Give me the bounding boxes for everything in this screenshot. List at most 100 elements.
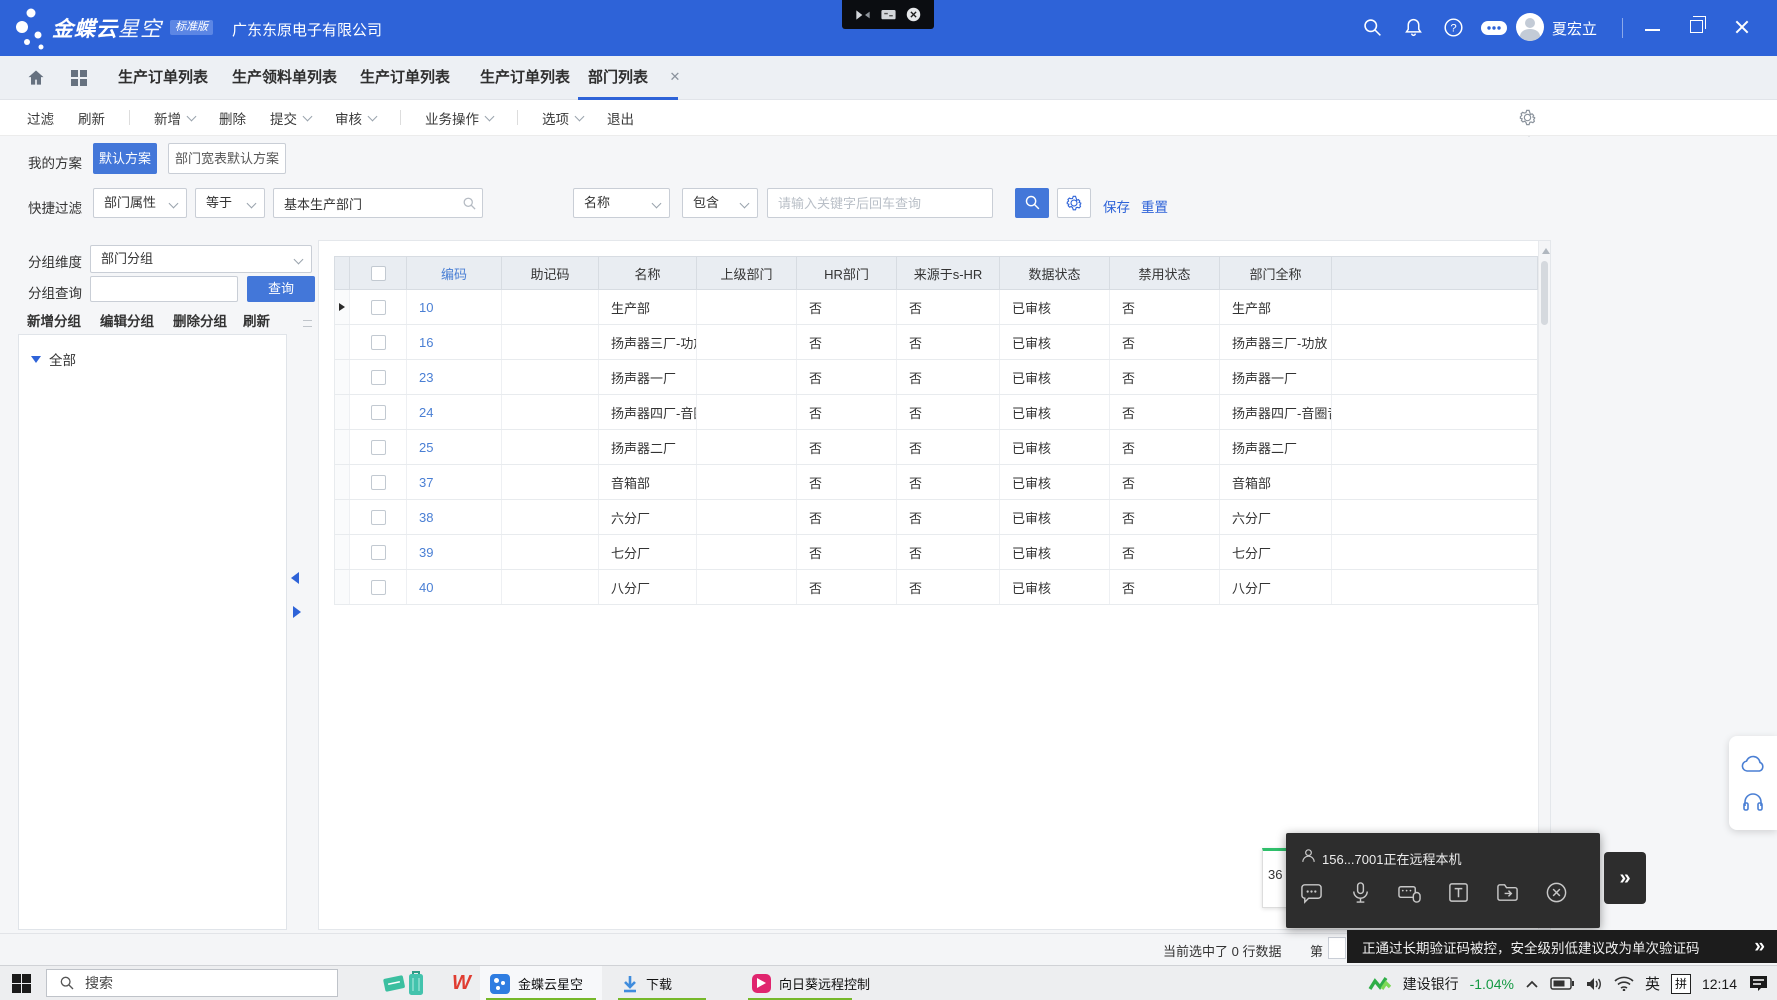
keyword-search-input[interactable] — [767, 188, 993, 218]
table-row[interactable]: 10 生产部 否 否 已审核 否 生产部 — [334, 290, 1538, 325]
collapse-panel-icon[interactable] — [291, 572, 299, 584]
start-button[interactable] — [12, 974, 31, 993]
add-button[interactable]: 新增 — [154, 108, 195, 128]
select-all-checkbox[interactable] — [371, 266, 386, 281]
header-code[interactable]: 编码 — [407, 257, 502, 289]
window-minimize-button[interactable] — [1645, 29, 1660, 31]
chat-icon[interactable] — [1300, 881, 1323, 904]
table-row[interactable]: 24 扬声器四厂-音圈音 否 否 已审核 否 扬声器四厂-音圈音 — [334, 395, 1538, 430]
scrollbar-up-icon[interactable] — [1542, 248, 1550, 254]
group-query-button[interactable]: 查询 — [247, 276, 315, 302]
filter-operator2-select[interactable]: 包含 — [682, 188, 758, 218]
refresh-group-link[interactable]: 刷新 — [243, 310, 270, 330]
table-row[interactable]: 16 扬声器三厂-功放 否 否 已审核 否 扬声器三厂-功放 — [334, 325, 1538, 360]
delete-group-link[interactable]: 删除分组 — [173, 310, 227, 330]
refresh-button[interactable]: 刷新 — [78, 108, 105, 128]
filter-button[interactable]: 过滤 — [27, 108, 54, 128]
filter-value1-input[interactable] — [273, 188, 483, 218]
file-transfer-icon[interactable] — [1496, 881, 1519, 904]
headphones-icon[interactable] — [1741, 790, 1765, 812]
table-row[interactable]: 25 扬声器二厂 否 否 已审核 否 扬声器二厂 — [334, 430, 1538, 465]
window-restore-button[interactable] — [1690, 20, 1703, 33]
row-checkbox[interactable] — [371, 370, 386, 385]
filter-field2-select[interactable]: 名称 — [573, 188, 670, 218]
tab-department-list-active[interactable]: 部门列表 — [588, 56, 648, 99]
audit-button[interactable]: 审核 — [335, 108, 376, 128]
wide-scheme-button[interactable]: 部门宽表默认方案 — [168, 143, 286, 174]
table-row[interactable]: 38 六分厂 否 否 已审核 否 六分厂 — [334, 500, 1538, 535]
row-checkbox[interactable] — [371, 300, 386, 315]
clock[interactable]: 12:14 — [1702, 976, 1737, 992]
search-icon[interactable] — [1362, 17, 1383, 38]
toolbar-gear-icon[interactable] — [1518, 108, 1537, 127]
apps-grid-icon[interactable] — [70, 69, 88, 87]
tab-production-order-3[interactable]: 生产订单列表 — [480, 56, 570, 99]
tree-expand-icon[interactable] — [31, 356, 41, 363]
filter-field1-select[interactable]: 部门属性 — [93, 188, 187, 218]
end-session-icon[interactable] — [1545, 881, 1568, 904]
header-disabled[interactable]: 禁用状态 — [1110, 257, 1220, 289]
header-name[interactable]: 名称 — [599, 257, 697, 289]
cloud-icon[interactable] — [1740, 754, 1766, 774]
wps-icon[interactable]: W — [452, 972, 471, 995]
tray-expand-icon[interactable] — [1525, 979, 1539, 989]
header-hr[interactable]: HR部门 — [797, 257, 897, 289]
save-link[interactable]: 保存 — [1103, 196, 1130, 216]
tab-close-icon[interactable]: ✕ — [668, 70, 682, 84]
row-checkbox[interactable] — [371, 545, 386, 560]
home-icon[interactable] — [26, 68, 46, 88]
cell-code[interactable]: 16 — [407, 325, 502, 359]
swap-triangles-icon[interactable] — [855, 8, 871, 22]
battery-icon[interactable] — [1550, 977, 1574, 990]
scrollbar-thumb[interactable] — [1541, 261, 1548, 325]
table-row[interactable]: 40 八分厂 否 否 已审核 否 八分厂 — [334, 570, 1538, 605]
exit-button[interactable]: 退出 — [607, 108, 634, 128]
assistant-pill-icon[interactable] — [1480, 20, 1508, 36]
popup-expand-chip[interactable]: » — [1604, 852, 1646, 904]
header-source[interactable]: 来源于s-HR — [897, 257, 1000, 289]
row-checkbox[interactable] — [371, 475, 386, 490]
row-checkbox[interactable] — [371, 440, 386, 455]
table-row[interactable]: 23 扬声器一厂 否 否 已审核 否 扬声器一厂 — [334, 360, 1538, 395]
stock-app-icon[interactable] — [1368, 975, 1392, 993]
panel-grip-icon[interactable] — [303, 320, 312, 327]
tree-item-all[interactable]: 全部 — [19, 335, 286, 369]
username[interactable]: 夏宏立 — [1552, 18, 1597, 39]
taskbar-app-sunflower[interactable]: 向日葵远程控制 — [742, 966, 892, 1000]
filter-settings-button[interactable] — [1057, 188, 1091, 218]
screen-share-icon[interactable] — [880, 8, 897, 22]
group-search-input[interactable] — [90, 276, 238, 302]
delete-button[interactable]: 删除 — [219, 108, 246, 128]
window-close-button[interactable] — [1734, 19, 1750, 35]
cell-code[interactable]: 23 — [407, 360, 502, 394]
user-avatar[interactable] — [1516, 13, 1544, 41]
taskbar-app-kingdee[interactable]: 金蝶云星空 — [480, 966, 602, 1000]
text-tool-icon[interactable] — [1447, 881, 1470, 904]
row-checkbox[interactable] — [371, 405, 386, 420]
row-checkbox[interactable] — [371, 510, 386, 525]
header-status[interactable]: 数据状态 — [1000, 257, 1110, 289]
ime-indicator[interactable]: 拼 — [1671, 974, 1691, 994]
cell-code[interactable]: 37 — [407, 465, 502, 499]
cell-code[interactable]: 10 — [407, 290, 502, 324]
group-dimension-select[interactable]: 部门分组 — [90, 245, 312, 273]
taskbar-app-download[interactable]: 下载 — [612, 966, 712, 1000]
edit-group-link[interactable]: 编辑分组 — [100, 310, 154, 330]
keyboard-mouse-icon[interactable] — [1398, 881, 1421, 904]
cell-code[interactable]: 25 — [407, 430, 502, 464]
row-checkbox[interactable] — [371, 580, 386, 595]
cell-code[interactable]: 24 — [407, 395, 502, 429]
business-ops-button[interactable]: 业务操作 — [425, 108, 493, 128]
tab-production-material[interactable]: 生产领料单列表 — [232, 56, 337, 99]
help-icon[interactable]: ? — [1443, 17, 1464, 38]
microphone-icon[interactable] — [1349, 881, 1372, 904]
tab-production-order-1[interactable]: 生产订单列表 — [118, 56, 208, 99]
stock-name[interactable]: 建设银行 — [1403, 974, 1459, 994]
add-group-link[interactable]: 新增分组 — [27, 310, 81, 330]
travel-app-icon[interactable] — [382, 970, 428, 997]
notification-center-icon[interactable] — [1748, 974, 1769, 993]
filter-operator1-select[interactable]: 等于 — [195, 188, 265, 218]
table-row[interactable]: 37 音箱部 否 否 已审核 否 音箱部 — [334, 465, 1538, 500]
overlay-close-icon[interactable] — [906, 7, 921, 22]
expand-panel-icon[interactable] — [293, 606, 301, 618]
